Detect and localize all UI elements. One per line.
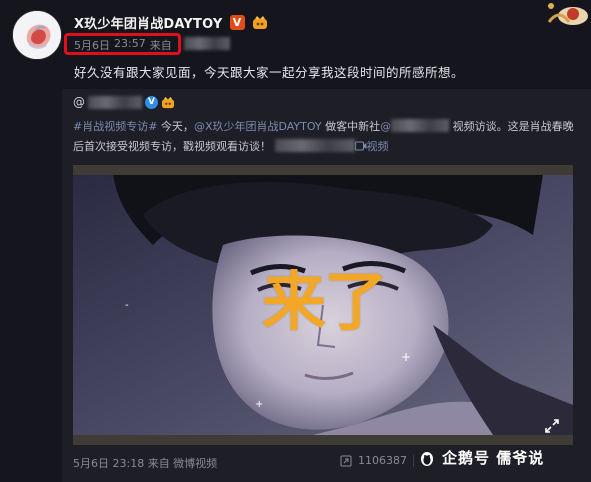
hashtag-link[interactable]: #肖战视频专访# — [73, 120, 157, 133]
repost-text-part2: 做客中新社 — [321, 120, 381, 133]
video-player[interactable]: - + + 来了 — [73, 165, 573, 445]
post-date[interactable]: 5月6日 — [74, 37, 110, 53]
mention-at[interactable]: @ — [380, 120, 391, 133]
svg-text:+: + — [401, 350, 411, 364]
post-time[interactable]: 23:57 — [114, 37, 146, 53]
mention-link[interactable]: @X玖少年团肖战DAYTOY — [194, 120, 322, 133]
weibo-post: X玖少年团肖战DAYTOY V 5月6日 23:57 来自 好久没有跟大家见面，… — [0, 0, 591, 482]
blurred-source — [183, 37, 230, 50]
v-badge-icon[interactable]: V — [229, 14, 245, 30]
member-crown-icon[interactable] — [252, 15, 268, 30]
svg-text:+: + — [255, 399, 263, 410]
watermark-text: 企鹅号 儒爷说 — [442, 449, 545, 467]
post-meta: 5月6日 23:57 来自 — [74, 37, 230, 53]
share-count[interactable]: 1106387 — [358, 454, 407, 467]
video-link[interactable]: 视频 — [367, 140, 389, 153]
post-text: 好久没有跟大家见面，今天跟大家一起分享我这段时间的所感所想。 — [74, 65, 465, 80]
video-icon — [354, 141, 366, 151]
avatar[interactable] — [12, 10, 62, 60]
post-header: X玖少年团肖战DAYTOY V — [74, 12, 268, 32]
repost-author[interactable]: @ V — [73, 95, 175, 109]
blurred-author — [88, 95, 142, 109]
blurred-mention — [391, 119, 450, 132]
repost-author-at: @ — [73, 95, 85, 109]
svg-text:-: - — [125, 300, 129, 311]
divider — [413, 454, 414, 467]
fullscreen-icon[interactable] — [545, 419, 559, 433]
username[interactable]: X玖少年团肖战DAYTOY — [74, 13, 223, 32]
repost-text: #肖战视频专访# 今天，@X玖少年团肖战DAYTOY 做客中新社@ 视频访谈。这… — [73, 117, 578, 157]
share-icon[interactable] — [340, 455, 352, 467]
video-caption: 来了 — [262, 266, 388, 340]
member-crown-icon — [161, 96, 175, 108]
repost-meta: 5月6日 23:18 来自 微博视频 — [73, 457, 218, 470]
repost-text-part1: 今天， — [157, 120, 194, 133]
penguin-icon — [421, 451, 433, 466]
decoration-icon — [547, 3, 588, 25]
post-source-label: 来自 — [149, 39, 172, 52]
repost-stats: 1106387 — [340, 454, 414, 467]
blurred-link — [274, 139, 355, 152]
blue-v-icon: V — [145, 95, 158, 109]
watermark: 企鹅号 儒爷说 — [418, 447, 544, 468]
